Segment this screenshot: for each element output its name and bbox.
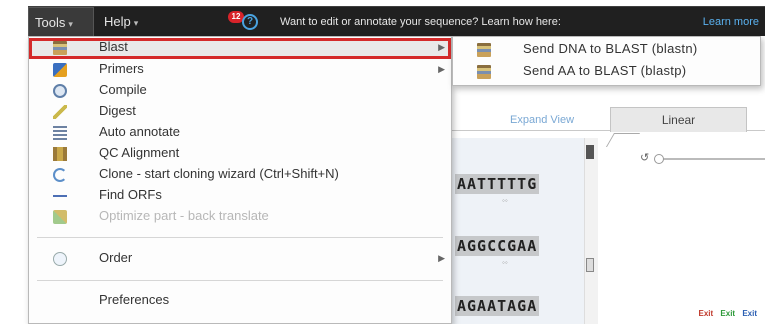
- blast-icon: [477, 65, 491, 79]
- qc-alignment-icon: [53, 147, 67, 161]
- menu-item-label: Send DNA to BLAST (blastn): [523, 41, 698, 56]
- tools-menu-button[interactable]: Tools ▾: [28, 7, 94, 37]
- digest-icon: [53, 105, 67, 119]
- order-icon: [53, 252, 67, 266]
- menu-item-label: Order: [99, 250, 133, 265]
- menu-item-compile[interactable]: Compile: [29, 81, 451, 102]
- sequence-line: AGAATAGA: [455, 296, 540, 316]
- menu-item-label: Digest: [99, 103, 136, 118]
- menu-item-find-orfs[interactable]: Find ORFs: [29, 186, 451, 207]
- scrollbar-thumb[interactable]: [586, 145, 594, 159]
- help-menu-button[interactable]: Help ▾: [104, 7, 138, 37]
- help-menu-label: Help: [104, 14, 131, 29]
- sequence-line: AGGCCGAA: [455, 236, 540, 256]
- chevron-down-icon: ▾: [133, 18, 139, 28]
- footer-link[interactable]: Exit: [742, 309, 757, 318]
- chevron-right-icon: ▶: [438, 253, 445, 263]
- menu-item-optimize[interactable]: Optimize part - back translate: [29, 207, 451, 228]
- footer-link[interactable]: Exit: [720, 309, 735, 318]
- tools-dropdown-menu: Blast ▶ Primers ▶ Compile Digest Auto an…: [28, 36, 452, 324]
- zoom-icon[interactable]: ↺: [640, 151, 649, 164]
- sequence-scrollbar[interactable]: [584, 138, 598, 324]
- menu-item-label: Primers: [99, 61, 144, 76]
- menu-item-label: Optimize part - back translate: [99, 208, 269, 223]
- menu-item-label: Auto annotate: [99, 124, 180, 139]
- menu-item-primers[interactable]: Primers ▶: [29, 60, 451, 81]
- promo-text: Want to edit or annotate your sequence? …: [280, 16, 561, 28]
- chevron-right-icon: ▶: [438, 64, 445, 74]
- blast-icon: [477, 43, 491, 57]
- clone-icon: [53, 168, 67, 182]
- menu-item-label: Compile: [99, 82, 147, 97]
- menu-item-preferences[interactable]: Preferences: [29, 291, 451, 312]
- menu-item-label: Preferences: [99, 292, 170, 307]
- optimize-icon: [53, 210, 67, 224]
- scrollbar-handle[interactable]: [586, 258, 594, 272]
- menu-item-clone[interactable]: Clone - start cloning wizard (Ctrl+Shift…: [29, 165, 451, 186]
- footer-links: Exit Exit Exit: [694, 309, 757, 318]
- tools-menu-label: Tools: [35, 15, 66, 30]
- compile-icon: [53, 84, 67, 98]
- footer-link[interactable]: Exit: [699, 309, 714, 318]
- blast-icon: [53, 41, 67, 55]
- panel-divider: [605, 133, 641, 147]
- menu-item-auto-annotate[interactable]: Auto annotate: [29, 123, 451, 144]
- blast-submenu: Send DNA to BLAST (blastn) Send AA to BL…: [452, 36, 761, 86]
- menu-item-send-aa-blast[interactable]: Send AA to BLAST (blastp): [453, 61, 760, 83]
- menu-item-blast[interactable]: Blast ▶: [29, 38, 451, 59]
- zoom-slider-knob[interactable]: [654, 154, 664, 164]
- menu-item-label: Find ORFs: [99, 187, 162, 202]
- menu-item-label: QC Alignment: [99, 145, 180, 160]
- sequence-tick: ◦◦: [502, 258, 508, 267]
- menu-item-label: Send AA to BLAST (blastp): [523, 63, 687, 78]
- learn-more-link[interactable]: Learn more: [703, 7, 759, 37]
- find-orfs-icon: [53, 189, 67, 203]
- menu-divider: [37, 280, 443, 281]
- menu-item-order[interactable]: Order ▶: [29, 249, 451, 270]
- top-menu-bar: Tools ▾ Help ▾ 12 ? Want to edit or annota…: [28, 6, 765, 37]
- sequence-tick: ◦◦: [502, 196, 508, 205]
- zoom-slider-track[interactable]: [658, 158, 765, 160]
- primers-icon: [53, 63, 67, 77]
- menu-item-qc-alignment[interactable]: QC Alignment: [29, 144, 451, 165]
- chevron-down-icon: ▾: [68, 19, 73, 29]
- expand-view-link[interactable]: Expand View: [510, 114, 574, 126]
- chevron-right-icon: ▶: [438, 42, 445, 52]
- auto-annotate-icon: [53, 126, 67, 140]
- tab-linear[interactable]: Linear: [610, 107, 747, 132]
- menu-item-digest[interactable]: Digest: [29, 102, 451, 123]
- help-circle-icon[interactable]: ?: [242, 14, 258, 30]
- menu-item-label: Clone - start cloning wizard (Ctrl+Shift…: [99, 166, 339, 181]
- menu-item-send-dna-blast[interactable]: Send DNA to BLAST (blastn): [453, 39, 760, 61]
- menu-item-label: Blast: [99, 39, 128, 54]
- sequence-line: AATTTTTG: [455, 174, 540, 194]
- menu-divider: [37, 237, 443, 238]
